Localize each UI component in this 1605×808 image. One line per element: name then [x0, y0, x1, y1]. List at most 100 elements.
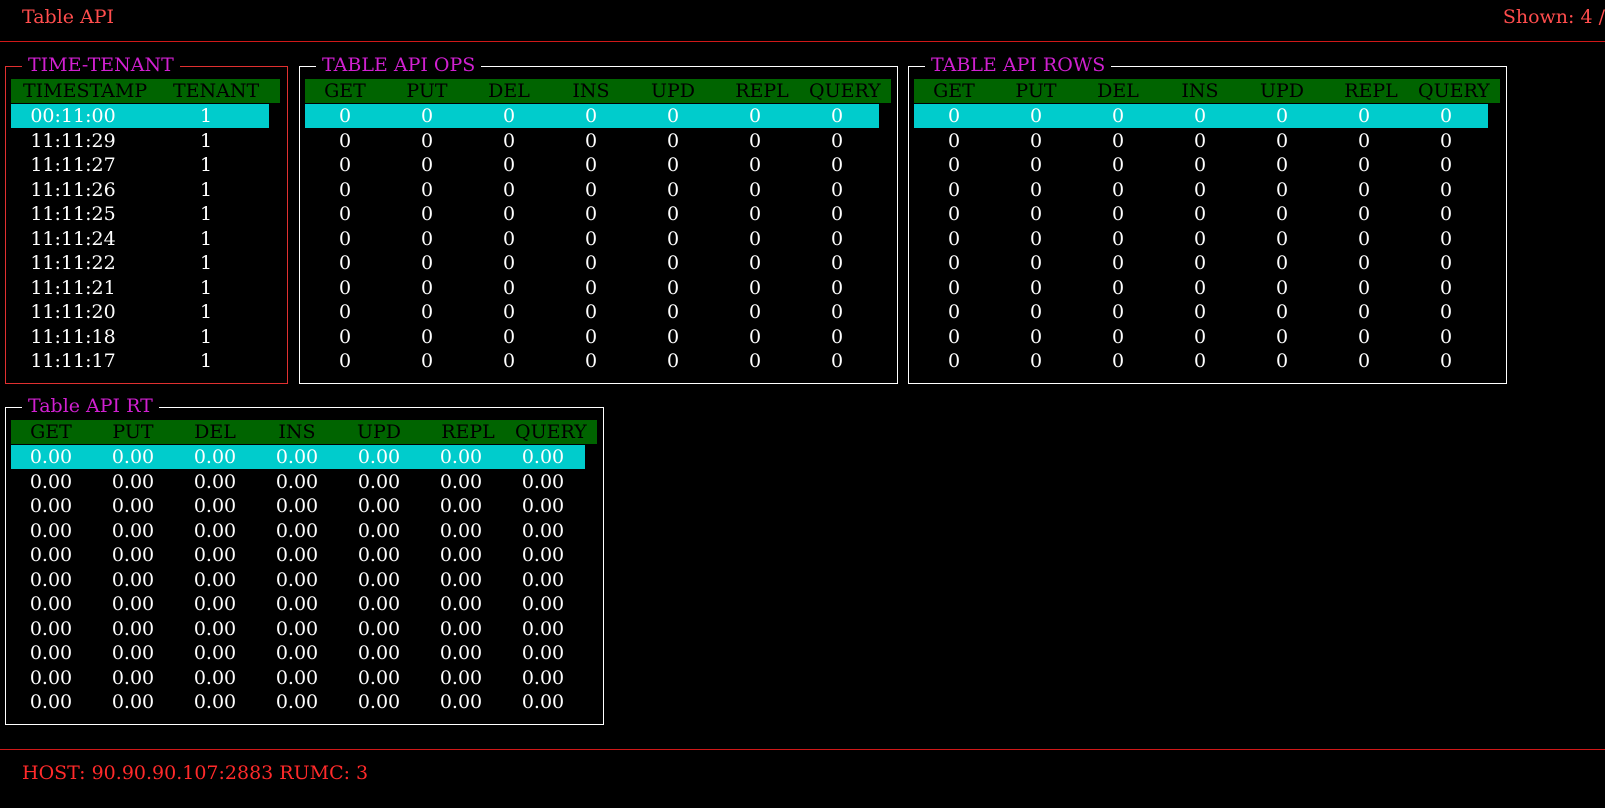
table-row-selected[interactable]: 00:11:00 1: [11, 104, 269, 128]
column-header-query[interactable]: QUERY: [515, 420, 587, 444]
table-cell: 0: [1275, 154, 1289, 176]
table-row[interactable]: 0 0 0 0 0 0 0: [914, 227, 1500, 251]
table-row[interactable]: 0 0 0 0 0 0 0: [914, 349, 1500, 373]
table-row[interactable]: 0 0 0 0 0 0 0: [305, 202, 891, 226]
table-cell: 0.00: [357, 495, 401, 517]
column-header-timestamp[interactable]: TIMESTAMP: [23, 79, 147, 103]
table-row[interactable]: 0 0 0 0 0 0 0: [914, 276, 1500, 300]
table-cell: 0: [1439, 178, 1453, 201]
table-cell: 0: [420, 105, 434, 127]
table-cell: 0.00: [439, 593, 483, 615]
column-header-upd[interactable]: UPD: [645, 79, 701, 103]
column-header-put[interactable]: PUT: [399, 79, 455, 103]
table-row[interactable]: 11:11:26 1: [11, 178, 280, 202]
table-row[interactable]: 0 0 0 0 0 0 0: [914, 178, 1500, 202]
table-row[interactable]: 11:11:18 1: [11, 325, 280, 349]
table-cell: 0: [666, 350, 680, 372]
table-row[interactable]: 11:11:24 1: [11, 227, 280, 251]
table-row[interactable]: 0.00 0.00 0.00 0.00 0.00 0.00 0.00: [11, 641, 597, 665]
table-cell: 0.00: [439, 544, 483, 566]
table-row[interactable]: 11:11:21 1: [11, 276, 280, 300]
column-header-get[interactable]: GET: [23, 420, 79, 444]
title-bar: Table API Shown: 4 /: [0, 0, 1605, 41]
table-cell: 0.00: [439, 519, 483, 542]
table-row[interactable]: 11:11:17 1: [11, 349, 280, 373]
table-row[interactable]: 0 0 0 0 0 0 0: [305, 349, 891, 373]
table-cell: 0: [502, 252, 516, 274]
column-header-ins[interactable]: INS: [269, 420, 325, 444]
table-cell: 0.00: [193, 446, 237, 468]
table-row-selected[interactable]: 0 0 0 0 0 0 0: [305, 104, 879, 128]
column-header-del[interactable]: DEL: [481, 79, 537, 103]
table-row[interactable]: 0 0 0 0 0 0 0: [914, 325, 1500, 349]
column-header-query[interactable]: QUERY: [1418, 79, 1490, 103]
table-cell: 0: [502, 105, 516, 127]
column-header-del[interactable]: DEL: [1090, 79, 1146, 103]
column-header-repl[interactable]: REPL: [727, 79, 797, 103]
column-header-del[interactable]: DEL: [187, 420, 243, 444]
table-cell: 0: [338, 178, 352, 201]
table-row[interactable]: 0.00 0.00 0.00 0.00 0.00 0.00 0.00: [11, 690, 597, 714]
table-cell: 0: [830, 178, 844, 201]
table-row[interactable]: 11:11:25 1: [11, 202, 280, 226]
column-header-get[interactable]: GET: [926, 79, 982, 103]
table-row[interactable]: 0.00 0.00 0.00 0.00 0.00 0.00 0.00: [11, 592, 597, 616]
table-row-selected[interactable]: 0 0 0 0 0 0 0: [914, 104, 1488, 128]
table-row[interactable]: 0.00 0.00 0.00 0.00 0.00 0.00 0.00: [11, 519, 597, 543]
table-cell: 0: [1439, 203, 1453, 225]
table-row[interactable]: 0.00 0.00 0.00 0.00 0.00 0.00 0.00: [11, 494, 597, 518]
table-row[interactable]: 0 0 0 0 0 0 0: [914, 300, 1500, 324]
table-row[interactable]: 0.00 0.00 0.00 0.00 0.00 0.00 0.00: [11, 617, 597, 641]
table-cell: 0: [338, 105, 352, 127]
column-header-upd[interactable]: UPD: [351, 420, 407, 444]
table-cell: 0.00: [29, 642, 73, 664]
table-row[interactable]: 0 0 0 0 0 0 0: [305, 227, 891, 251]
column-header-repl[interactable]: REPL: [433, 420, 503, 444]
table-cell: 1: [199, 154, 213, 176]
column-header-put[interactable]: PUT: [1008, 79, 1064, 103]
table-cell: 1: [199, 227, 213, 250]
table-row[interactable]: 11:11:20 1: [11, 300, 280, 324]
table-row[interactable]: 0 0 0 0 0 0 0: [305, 178, 891, 202]
table-cell: 0: [830, 325, 844, 348]
table-row[interactable]: 0.00 0.00 0.00 0.00 0.00 0.00 0.00: [11, 568, 597, 592]
column-header-get[interactable]: GET: [317, 79, 373, 103]
table-row[interactable]: 0.00 0.00 0.00 0.00 0.00 0.00 0.00: [11, 543, 597, 567]
table-row[interactable]: 0 0 0 0 0 0 0: [305, 251, 891, 275]
column-header-upd[interactable]: UPD: [1254, 79, 1310, 103]
table-cell: 0: [748, 178, 762, 201]
table-row[interactable]: 0 0 0 0 0 0 0: [305, 153, 891, 177]
table-cell: 0.00: [275, 495, 319, 517]
table-row[interactable]: 0 0 0 0 0 0 0: [305, 325, 891, 349]
table-cell: 11:11:25: [30, 203, 116, 225]
table-cell: 0: [666, 227, 680, 250]
table-cell: 0: [420, 129, 434, 152]
table-cell: 0: [1357, 276, 1371, 299]
table-row[interactable]: 11:11:27 1: [11, 153, 280, 177]
table-cell: 0.00: [111, 593, 155, 615]
table-cell: 0: [748, 350, 762, 372]
column-header-put[interactable]: PUT: [105, 420, 161, 444]
table-row[interactable]: 0 0 0 0 0 0 0: [305, 129, 891, 153]
column-header-query[interactable]: QUERY: [809, 79, 881, 103]
table-cell: 0.00: [111, 470, 155, 493]
column-header-ins[interactable]: INS: [1172, 79, 1228, 103]
table-cell: 0: [1439, 325, 1453, 348]
table-row[interactable]: 0 0 0 0 0 0 0: [914, 129, 1500, 153]
table-row[interactable]: 0 0 0 0 0 0 0: [305, 300, 891, 324]
table-row[interactable]: 0 0 0 0 0 0 0: [914, 251, 1500, 275]
table-row[interactable]: 0 0 0 0 0 0 0: [914, 153, 1500, 177]
table-row[interactable]: 11:11:22 1: [11, 251, 280, 275]
table-cell: 0.00: [111, 519, 155, 542]
table-row[interactable]: 11:11:29 1: [11, 129, 280, 153]
table-row-selected[interactable]: 0.00 0.00 0.00 0.00 0.00 0.00 0.00: [11, 445, 585, 469]
app-title: Table API: [22, 6, 115, 28]
column-header-tenant[interactable]: TENANT: [173, 79, 259, 103]
table-row[interactable]: 0 0 0 0 0 0 0: [305, 276, 891, 300]
column-header-repl[interactable]: REPL: [1336, 79, 1406, 103]
table-row[interactable]: 0.00 0.00 0.00 0.00 0.00 0.00 0.00: [11, 470, 597, 494]
table-row[interactable]: 0 0 0 0 0 0 0: [914, 202, 1500, 226]
table-row[interactable]: 0.00 0.00 0.00 0.00 0.00 0.00 0.00: [11, 666, 597, 690]
column-header-ins[interactable]: INS: [563, 79, 619, 103]
table-api-rows-panel: TABLE API ROWS GET PUT DEL INS UPD REPL QUERY 0…: [908, 54, 1507, 384]
